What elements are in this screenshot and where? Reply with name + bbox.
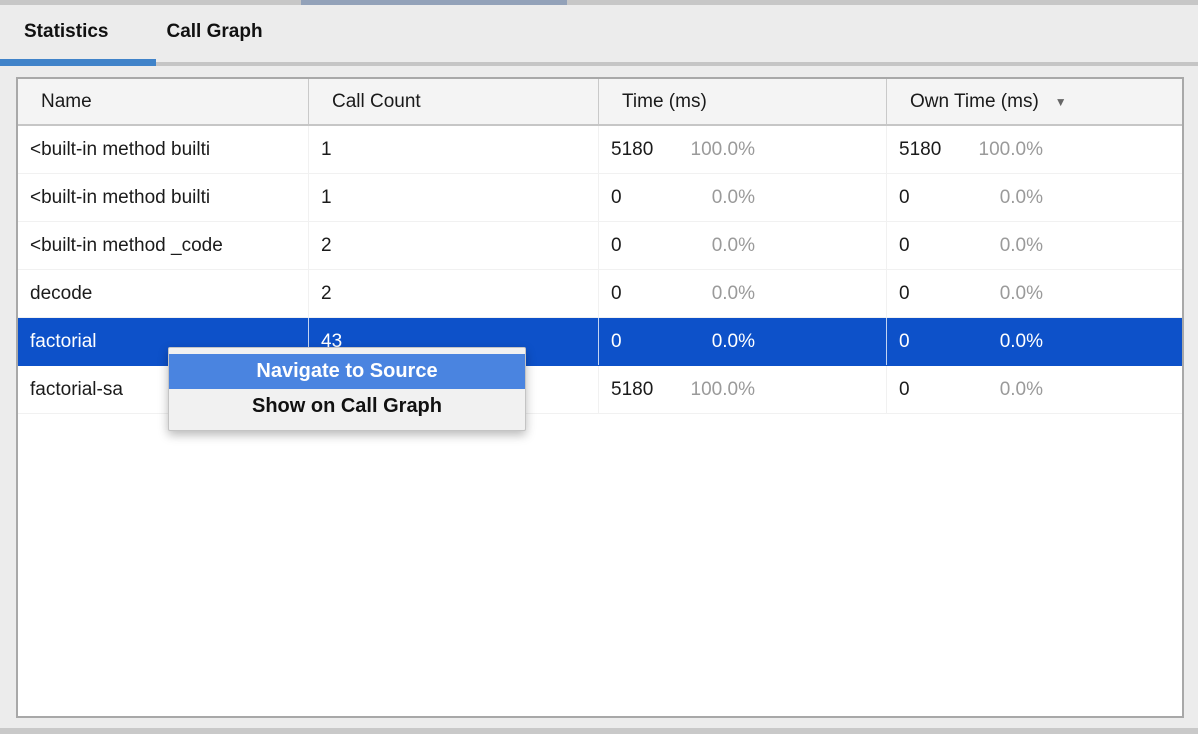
time-cell: 5180 100.0% <box>599 126 887 173</box>
time-percent: 100.0% <box>671 139 755 161</box>
column-header-time[interactable]: Time (ms) <box>599 79 887 124</box>
time-percent: 0.0% <box>671 331 755 353</box>
call-count-cell: 1 <box>309 126 599 173</box>
time-value: 0 <box>611 331 671 353</box>
column-header-label: Time (ms) <box>622 91 707 113</box>
column-header-own-time[interactable]: Own Time (ms) ▼ <box>887 79 1182 124</box>
own-time-value: 0 <box>899 283 959 305</box>
own-time-cell: 0 0.0% <box>887 174 1182 221</box>
column-header-call-count[interactable]: Call Count <box>309 79 599 124</box>
table-row[interactable]: <built-in method builti 1 0 0.0% 0 0.0% <box>18 174 1182 222</box>
sort-desc-icon: ▼ <box>1055 95 1067 109</box>
time-cell: 0 0.0% <box>599 222 887 269</box>
context-menu: Navigate to Source Show on Call Graph <box>168 347 526 431</box>
name-cell: <built-in method _code <box>18 222 309 269</box>
time-percent: 0.0% <box>671 235 755 257</box>
table-row[interactable]: <built-in method _code 2 0 0.0% 0 0.0% <box>18 222 1182 270</box>
name-cell: <built-in method builti <box>18 174 309 221</box>
call-count-cell: 2 <box>309 222 599 269</box>
time-value: 0 <box>611 187 671 209</box>
tab-call-graph[interactable]: Call Graph <box>142 5 286 59</box>
own-time-value: 0 <box>899 331 959 353</box>
own-time-cell: 0 0.0% <box>887 270 1182 317</box>
table-row[interactable]: decode 2 0 0.0% 0 0.0% <box>18 270 1182 318</box>
top-strip-accent <box>301 0 567 5</box>
tab-statistics[interactable]: Statistics <box>0 5 132 59</box>
time-cell: 0 0.0% <box>599 174 887 221</box>
own-time-percent: 0.0% <box>959 331 1043 353</box>
own-time-value: 0 <box>899 379 959 401</box>
own-time-cell: 0 0.0% <box>887 366 1182 413</box>
column-header-name[interactable]: Name <box>18 79 309 124</box>
time-value: 5180 <box>611 379 671 401</box>
own-time-value: 0 <box>899 235 959 257</box>
time-value: 0 <box>611 283 671 305</box>
time-cell: 5180 100.0% <box>599 366 887 413</box>
table-row[interactable]: <built-in method builti 1 5180 100.0% 51… <box>18 126 1182 174</box>
table-header-row: Name Call Count Time (ms) Own Time (ms) … <box>18 79 1182 126</box>
own-time-value: 0 <box>899 187 959 209</box>
menu-item-navigate-to-source[interactable]: Navigate to Source <box>169 354 525 389</box>
tab-bar-divider <box>156 62 1198 66</box>
time-percent: 0.0% <box>671 283 755 305</box>
active-tab-underline <box>0 59 156 66</box>
own-time-percent: 100.0% <box>959 139 1043 161</box>
name-cell: <built-in method builti <box>18 126 309 173</box>
own-time-cell: 0 0.0% <box>887 222 1182 269</box>
own-time-value: 5180 <box>899 139 959 161</box>
time-cell: 0 0.0% <box>599 318 887 365</box>
own-time-percent: 0.0% <box>959 235 1043 257</box>
column-header-label: Own Time (ms) <box>910 91 1039 113</box>
name-cell: decode <box>18 270 309 317</box>
column-header-label: Call Count <box>332 91 421 113</box>
call-count-cell: 2 <box>309 270 599 317</box>
own-time-percent: 0.0% <box>959 379 1043 401</box>
own-time-cell: 0 0.0% <box>887 318 1182 365</box>
tab-bar: Statistics Call Graph <box>0 5 287 59</box>
column-header-label: Name <box>41 91 92 113</box>
own-time-percent: 0.0% <box>959 283 1043 305</box>
time-value: 5180 <box>611 139 671 161</box>
menu-item-show-on-call-graph[interactable]: Show on Call Graph <box>169 389 525 424</box>
window-bottom-strip <box>0 728 1198 734</box>
time-value: 0 <box>611 235 671 257</box>
time-cell: 0 0.0% <box>599 270 887 317</box>
own-time-cell: 5180 100.0% <box>887 126 1182 173</box>
time-percent: 0.0% <box>671 187 755 209</box>
time-percent: 100.0% <box>671 379 755 401</box>
own-time-percent: 0.0% <box>959 187 1043 209</box>
call-count-cell: 1 <box>309 174 599 221</box>
